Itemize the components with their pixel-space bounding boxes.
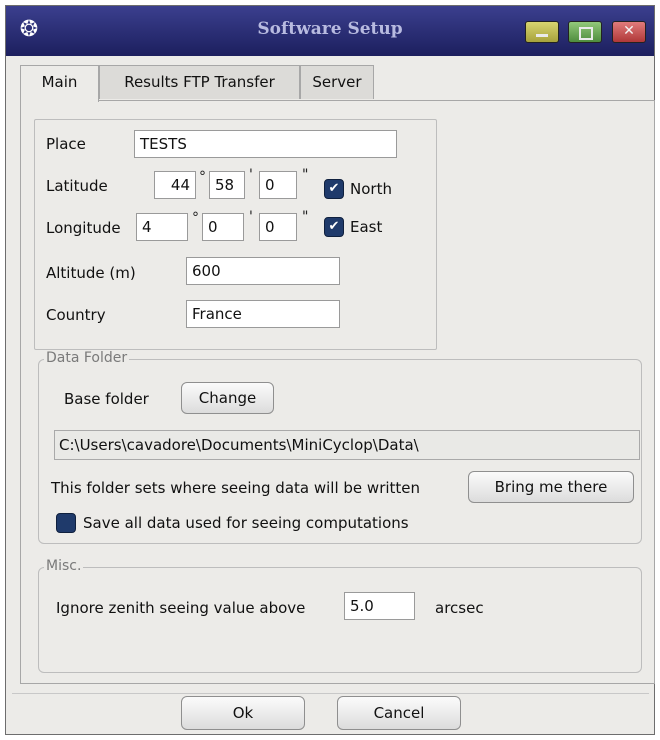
- tab-results-ftp-transfer[interactable]: Results FTP Transfer: [99, 65, 300, 99]
- arcsec-unit-label: arcsec: [435, 599, 484, 617]
- checkmark-icon: ✔: [328, 181, 340, 196]
- longitude-minutes-field[interactable]: 0: [202, 213, 244, 241]
- ignore-zenith-label: Ignore zenith seeing value above: [56, 599, 306, 617]
- base-folder-label: Base folder: [64, 390, 149, 408]
- data-folder-group-title: Data Folder: [44, 350, 130, 366]
- second-symbol: ": [302, 167, 309, 183]
- latitude-degrees-field[interactable]: 44: [154, 171, 196, 199]
- change-button[interactable]: Change: [181, 382, 274, 414]
- longitude-degrees-field[interactable]: 4: [136, 213, 188, 241]
- maximize-button[interactable]: [568, 21, 602, 43]
- north-label: North: [350, 180, 392, 198]
- footer-divider: [12, 693, 649, 694]
- title-bar[interactable]: ❂ Software Setup: [6, 6, 654, 56]
- degree-symbol: °: [192, 210, 199, 226]
- misc-group-title: Misc.: [44, 558, 84, 574]
- north-checkbox[interactable]: ✔: [324, 179, 344, 199]
- misc-group: [38, 567, 642, 673]
- save-all-data-checkbox[interactable]: [56, 513, 76, 533]
- longitude-seconds-field[interactable]: 0: [259, 213, 297, 241]
- ignore-zenith-field[interactable]: 5.0: [344, 592, 415, 620]
- latitude-label: Latitude: [46, 177, 108, 195]
- latitude-minutes-field[interactable]: 58: [209, 171, 245, 199]
- close-button[interactable]: [612, 21, 646, 43]
- place-field[interactable]: TESTS: [134, 130, 397, 158]
- data-folder-path-field[interactable]: C:\Users\cavadore\Documents\MiniCyclop\D…: [54, 430, 640, 460]
- bring-me-there-button[interactable]: Bring me there: [468, 471, 634, 503]
- place-label: Place: [46, 135, 86, 153]
- tab-server[interactable]: Server: [300, 65, 374, 99]
- software-setup-window: ❂ Software Setup Results FTP Transfer Se…: [5, 5, 655, 735]
- folder-description: This folder sets where seeing data will …: [51, 479, 421, 497]
- country-label: Country: [46, 306, 106, 324]
- minute-symbol: ': [249, 209, 253, 225]
- cancel-button[interactable]: Cancel: [337, 696, 461, 730]
- east-label: East: [350, 218, 383, 236]
- latitude-seconds-field[interactable]: 0: [259, 171, 297, 199]
- longitude-label: Longitude: [46, 219, 121, 237]
- minute-symbol: ': [249, 167, 253, 183]
- save-all-data-label: Save all data used for seeing computatio…: [83, 514, 409, 532]
- ok-button[interactable]: Ok: [181, 696, 305, 730]
- checkmark-icon: ✔: [328, 219, 340, 234]
- east-checkbox[interactable]: ✔: [324, 217, 344, 237]
- second-symbol: ": [302, 209, 309, 225]
- altitude-label: Altitude (m): [46, 264, 136, 282]
- minimize-button[interactable]: [525, 21, 559, 43]
- altitude-field[interactable]: 600: [186, 257, 340, 285]
- degree-symbol: °: [199, 169, 206, 185]
- tab-main[interactable]: Main: [20, 65, 99, 102]
- country-field[interactable]: France: [186, 300, 340, 328]
